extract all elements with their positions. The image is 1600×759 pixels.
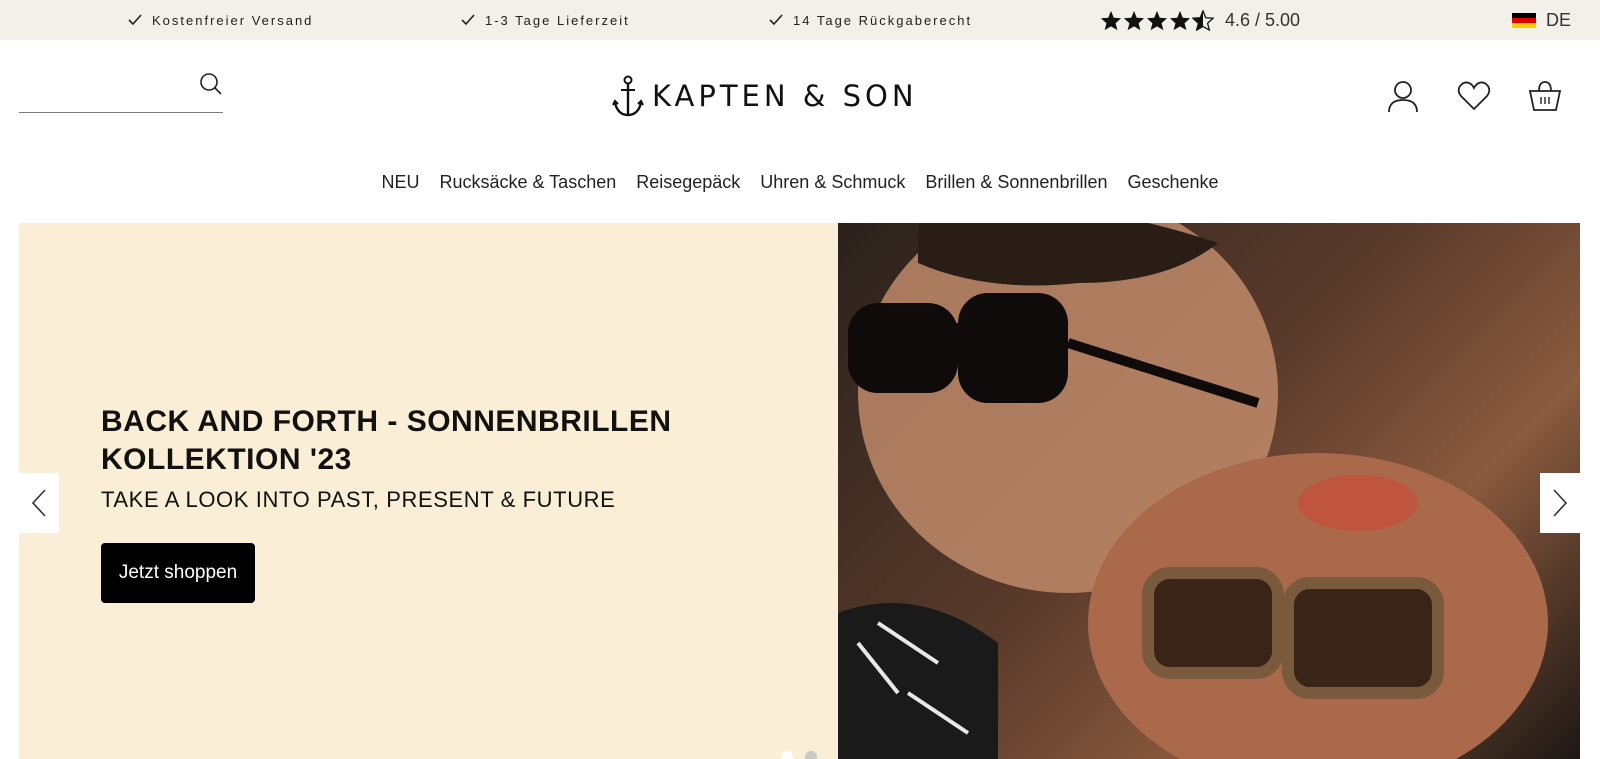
slider-next-button[interactable] (1540, 473, 1580, 533)
search-input[interactable] (19, 72, 179, 102)
account-button[interactable] (1385, 78, 1421, 114)
usp-label: 14 Tage Rückgaberecht (793, 12, 973, 28)
basket-icon (1528, 81, 1562, 111)
star-icon (1146, 10, 1168, 30)
usp-bar: Kostenfreier Versand 1-3 Tage Lieferzeit… (0, 0, 1600, 40)
star-icon (1123, 10, 1145, 30)
language-label: DE (1546, 9, 1572, 30)
rating-stars (1100, 9, 1215, 31)
usp-delivery-time: 1-3 Tage Lieferzeit (461, 0, 630, 40)
usp-return-policy: 14 Tage Rückgaberecht (769, 0, 972, 40)
slider-dot-1[interactable] (781, 751, 793, 759)
store-rating[interactable]: 4.6 / 5.00 (1100, 0, 1300, 40)
main-navigation: NEU Rucksäcke & Taschen Reisegepäck Uhre… (0, 172, 1600, 193)
slider-prev-button[interactable] (19, 473, 59, 533)
hero-subtitle: TAKE A LOOK INTO PAST, PRESENT & FUTURE (101, 487, 616, 512)
hero-text-panel: BACK AND FORTH - SONNENBRILLEN KOLLEKTIO… (19, 223, 838, 759)
chevron-right-icon (1553, 489, 1568, 517)
check-icon (769, 14, 783, 26)
star-icon (1100, 10, 1122, 30)
brand-logo[interactable]: KAPTEN & SON (612, 74, 918, 118)
half-star-icon (1192, 9, 1214, 31)
hero-image[interactable] (838, 223, 1580, 759)
nav-item-luggage[interactable]: Reisegepäck (636, 172, 740, 193)
anchor-icon (612, 75, 644, 117)
chevron-left-icon (31, 489, 46, 517)
nav-item-watches-jewelry[interactable]: Uhren & Schmuck (760, 172, 905, 193)
user-icon (1388, 81, 1418, 113)
usp-label: 1-3 Tage Lieferzeit (485, 12, 630, 28)
nav-item-neu[interactable]: NEU (381, 172, 419, 193)
search-icon[interactable] (199, 72, 225, 98)
search-box (19, 66, 223, 113)
check-icon (461, 14, 475, 26)
sunglasses-photo-placeholder (838, 223, 1548, 759)
german-flag-icon (1512, 12, 1536, 28)
nav-item-gifts[interactable]: Geschenke (1127, 172, 1218, 193)
wishlist-button[interactable] (1456, 78, 1492, 114)
usp-label: Kostenfreier Versand (152, 12, 314, 28)
hero-slider: BACK AND FORTH - SONNENBRILLEN KOLLEKTIO… (19, 223, 1580, 759)
shop-now-button[interactable]: Jetzt shoppen (101, 543, 255, 603)
cart-button[interactable] (1527, 78, 1563, 114)
usp-free-shipping: Kostenfreier Versand (128, 0, 313, 40)
nav-item-backpacks-bags[interactable]: Rucksäcke & Taschen (439, 172, 616, 193)
star-icon (1169, 10, 1191, 30)
rating-text: 4.6 / 5.00 (1225, 9, 1301, 30)
check-icon (128, 14, 142, 26)
slider-dots (781, 751, 817, 759)
heart-icon (1457, 81, 1491, 111)
nav-item-eyewear[interactable]: Brillen & Sonnenbrillen (925, 172, 1107, 193)
hero-title: BACK AND FORTH - SONNENBRILLEN KOLLEKTIO… (101, 405, 672, 476)
brand-name: KAPTEN & SON (652, 79, 918, 113)
slider-dot-2[interactable] (805, 751, 817, 759)
language-switcher[interactable]: DE (1512, 0, 1571, 40)
